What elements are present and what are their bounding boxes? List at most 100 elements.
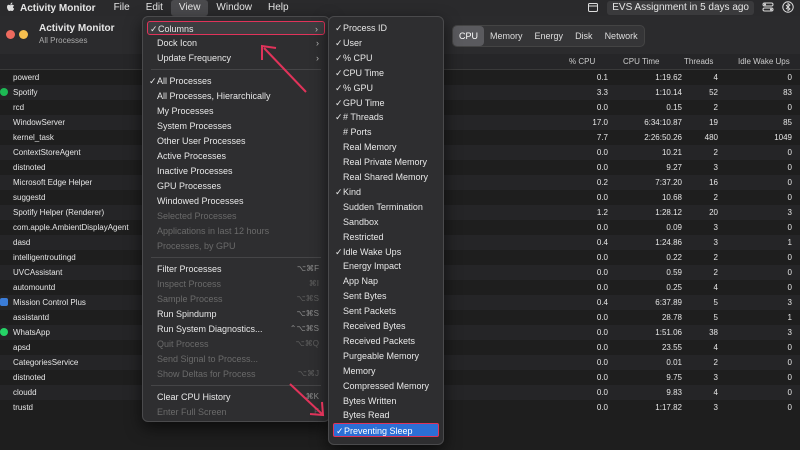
column-option-cpu-time[interactable]: ✓ CPU Time	[333, 66, 439, 80]
menu-edit[interactable]: Edit	[138, 0, 171, 16]
view-menu-item-dock-icon[interactable]: Dock Icon ›	[147, 36, 325, 50]
menu-item-label: Selected Processes	[157, 211, 237, 221]
column-option-user[interactable]: ✓ User	[333, 36, 439, 50]
column-option-restricted[interactable]: Restricted	[333, 230, 439, 244]
app-icon	[0, 88, 8, 96]
view-menu-item-inactive-processes[interactable]: Inactive Processes	[147, 164, 325, 178]
idle-wake-ups: 0	[787, 163, 792, 172]
menu-item-label: Real Shared Memory	[343, 172, 429, 182]
tab-network[interactable]: Network	[599, 26, 644, 46]
column-option-received-packets[interactable]: Received Packets	[333, 334, 439, 348]
column-option-sent-packets[interactable]: Sent Packets	[333, 304, 439, 318]
chevron-right-icon: ›	[316, 38, 319, 48]
column-header-cpu[interactable]: % CPU	[569, 57, 595, 66]
minimize-window-button[interactable]	[19, 30, 28, 39]
column-option-idle-wake-ups[interactable]: ✓ Idle Wake Ups	[333, 245, 439, 259]
cpu-percent: 0.0	[596, 313, 608, 322]
tab-disk[interactable]: Disk	[569, 26, 599, 46]
idle-wake-ups: 0	[787, 148, 792, 157]
menu-help[interactable]: Help	[260, 0, 297, 16]
idle-wake-ups: 0	[787, 343, 792, 352]
cpu-time: 1:24.86	[655, 238, 682, 247]
control-center-icon[interactable]	[762, 1, 774, 16]
column-option-sudden-termination[interactable]: Sudden Termination	[333, 200, 439, 214]
tab-energy[interactable]: Energy	[529, 26, 570, 46]
column-option-kind[interactable]: ✓ Kind	[333, 185, 439, 199]
tab-memory[interactable]: Memory	[484, 26, 529, 46]
view-menu-item-run-system-diagnostics[interactable]: Run System Diagnostics... ⌃⌥⌘S	[147, 322, 325, 336]
column-header-cpu-time[interactable]: CPU Time	[623, 57, 659, 66]
view-menu-item-columns[interactable]: ✓ Columns ›	[147, 21, 325, 35]
process-name: UVCAssistant	[13, 268, 63, 277]
view-menu-item-all-processes[interactable]: ✓ All Processes	[147, 74, 325, 88]
menu-file[interactable]: File	[106, 0, 138, 16]
column-option-compressed-memory[interactable]: Compressed Memory	[333, 379, 439, 393]
idle-wake-ups: 0	[787, 403, 792, 412]
column-option-real-memory[interactable]: Real Memory	[333, 140, 439, 154]
cpu-time: 1:51.06	[655, 328, 682, 337]
view-menu-item-windowed-processes[interactable]: Windowed Processes	[147, 194, 325, 208]
idle-wake-ups: 0	[787, 373, 792, 382]
column-option-received-bytes[interactable]: Received Bytes	[333, 319, 439, 333]
view-menu-item-gpu-processes[interactable]: GPU Processes	[147, 179, 325, 193]
view-menu-item-update-frequency[interactable]: Update Frequency ›	[147, 51, 325, 65]
menu-item-label: Energy Impact	[343, 261, 402, 272]
tab-cpu[interactable]: CPU	[453, 26, 485, 46]
view-menu-item-filter-processes[interactable]: Filter Processes ⌥⌘F	[147, 262, 325, 276]
apple-icon[interactable]	[4, 1, 18, 15]
menu-item-label: System Processes	[157, 121, 232, 131]
cpu-time: 0.22	[666, 253, 682, 262]
column-option-sandbox[interactable]: Sandbox	[333, 215, 439, 229]
bluetooth-icon[interactable]	[782, 0, 794, 16]
menu-item-label: # Threads	[343, 112, 384, 123]
cpu-percent: 0.4	[596, 298, 608, 307]
column-option-memory[interactable]: Memory	[333, 364, 439, 378]
view-menu-item-clear-cpu-history[interactable]: Clear CPU History ⌘K	[147, 390, 325, 404]
view-menu-item-active-processes[interactable]: Active Processes	[147, 149, 325, 163]
app-menu[interactable]: Activity Monitor	[20, 3, 96, 14]
column-option-bytes-read[interactable]: Bytes Read	[333, 408, 439, 422]
column-option-process-id[interactable]: ✓ Process ID	[333, 21, 439, 35]
view-menu-item-other-user-processes[interactable]: Other User Processes	[147, 134, 325, 148]
calendar-event-status[interactable]: EVS Assignment in 5 days ago	[607, 1, 754, 15]
column-option-gpu-time[interactable]: ✓ GPU Time	[333, 96, 439, 110]
column-option-bytes-written[interactable]: Bytes Written	[333, 394, 439, 408]
menu-item-label: Dock Icon	[157, 38, 198, 48]
menu-item-label: All Processes, Hierarchically	[157, 91, 271, 101]
column-option-ports[interactable]: # Ports	[333, 125, 439, 139]
column-option-gpu[interactable]: ✓% GPU	[333, 81, 439, 95]
column-option-app-nap[interactable]: App Nap	[333, 274, 439, 288]
close-window-button[interactable]	[6, 30, 15, 39]
column-option-threads[interactable]: ✓ # Threads	[333, 110, 439, 124]
view-menu-item-run-spindump[interactable]: Run Spindump ⌥⌘S	[147, 307, 325, 321]
thread-count: 5	[713, 313, 718, 322]
column-option-energy-impact[interactable]: Energy Impact	[333, 259, 439, 273]
column-header-idle-wake-ups[interactable]: Idle Wake Ups	[738, 57, 790, 66]
column-option-cpu[interactable]: ✓% CPU	[333, 51, 439, 65]
column-header-threads[interactable]: Threads	[684, 57, 713, 66]
view-menu-item-applications-in-last-12-hours: Applications in last 12 hours	[147, 224, 325, 238]
checkmark-icon: ✓	[335, 186, 343, 197]
thread-count: 2	[713, 268, 718, 277]
column-option-real-private-memory[interactable]: Real Private Memory	[333, 155, 439, 169]
menu-window[interactable]: Window	[208, 0, 260, 16]
idle-wake-ups: 0	[787, 358, 792, 367]
checkmark-icon: ✓	[335, 67, 343, 78]
cpu-percent: 0.0	[596, 103, 608, 112]
menu-view[interactable]: View	[170, 0, 209, 16]
thread-count: 16	[709, 178, 718, 187]
view-menu-item-system-processes[interactable]: System Processes	[147, 119, 325, 133]
column-option-sent-bytes[interactable]: Sent Bytes	[333, 289, 439, 303]
column-option-purgeable-memory[interactable]: Purgeable Memory	[333, 349, 439, 363]
window-title: Activity Monitor	[39, 23, 115, 34]
thread-count: 3	[713, 238, 718, 247]
column-option-real-shared-memory[interactable]: Real Shared Memory	[333, 170, 439, 184]
column-option-preventing-sleep[interactable]: ✓ Preventing Sleep	[333, 423, 439, 438]
cpu-percent: 0.2	[596, 178, 608, 187]
calendar-icon[interactable]	[587, 1, 599, 16]
view-menu-item-all-processes-hierarchically[interactable]: All Processes, Hierarchically	[147, 89, 325, 103]
view-menu-item-my-processes[interactable]: My Processes	[147, 104, 325, 118]
cpu-percent: 17.0	[592, 118, 608, 127]
process-name: CategoriesService	[13, 358, 79, 367]
checkmark-icon: ✓	[335, 52, 343, 63]
